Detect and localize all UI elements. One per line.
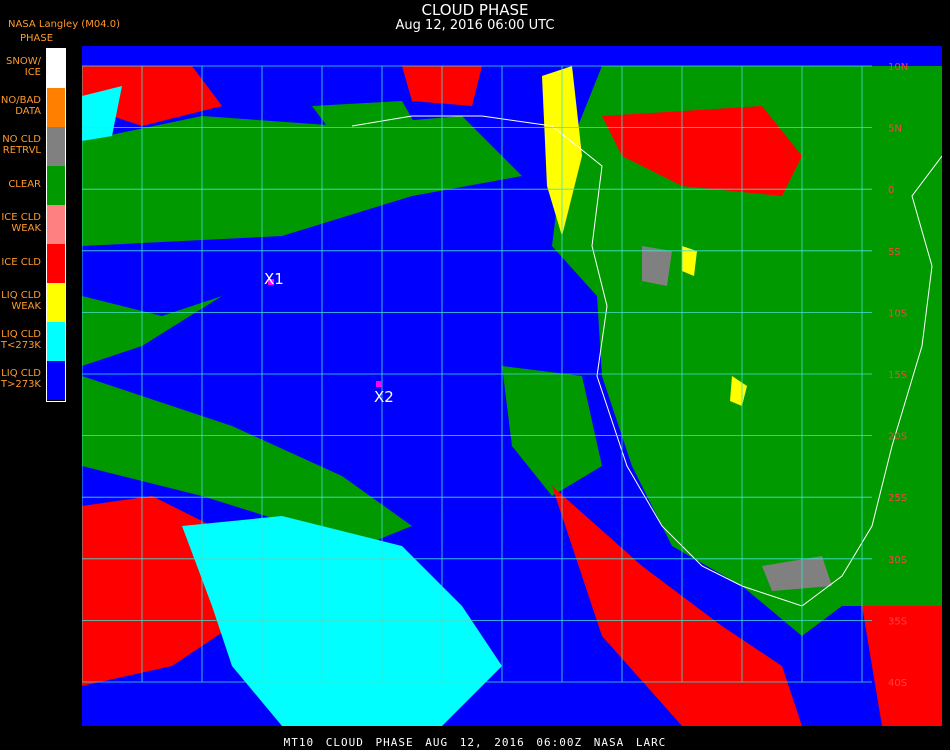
latitude-label: 15S <box>888 370 907 381</box>
latitude-label: 35S <box>888 616 907 627</box>
latitude-label: 0 <box>888 185 894 196</box>
legend-swatch-no-bad-data <box>47 88 65 127</box>
legend-label-no-cloud-retrieval: NO CLD RETRVL <box>2 134 41 156</box>
latitude-label: 20S <box>888 432 907 443</box>
legend-label-no-bad-data: NO/BAD DATA <box>0 95 41 117</box>
legend-swatch-liquid-cloud-cold <box>47 322 65 361</box>
marker-x2-label: X2 <box>374 388 394 406</box>
legend-label-clear: CLEAR <box>8 179 41 190</box>
legend-label-ice-cloud: ICE CLD <box>1 257 41 268</box>
latitude-label: 5S <box>888 247 901 258</box>
marker-x1: X1 <box>264 270 284 288</box>
latitude-label: 10N <box>888 62 908 73</box>
legend-swatch-liquid-cloud-warm <box>47 361 65 400</box>
legend-label-liquid-cloud-weak: LIQ CLD WEAK <box>1 290 41 312</box>
legend-swatch-ice-cloud-weak <box>47 205 65 244</box>
legend-swatch-liquid-cloud-weak <box>47 283 65 322</box>
phase-legend-bar <box>46 48 66 402</box>
legend-label-ice-cloud-weak: ICE CLD WEAK <box>1 212 41 234</box>
map-title: CLOUD PHASE <box>421 1 529 19</box>
latitude-label: 30S <box>888 555 907 566</box>
cloud-phase-map: 10N 5N 0 5S 10S 15S 20S 25S 30S 35S 40S X1 X2 <box>82 46 942 726</box>
legend-title: PHASE <box>20 33 54 44</box>
source-label: NASA Langley (M04.0) <box>8 19 120 30</box>
legend-label-liquid-cloud-warm: LIQ CLD T>273K <box>0 368 41 390</box>
latitude-label: 40S <box>888 678 907 689</box>
latitude-label: 10S <box>888 308 907 319</box>
latitude-label: 25S <box>888 493 907 504</box>
legend-label-liquid-cloud-cold: LIQ CLD T<273K <box>0 329 41 351</box>
legend-swatch-ice-cloud <box>47 244 65 283</box>
marker-x1-label: X1 <box>264 270 284 288</box>
legend-swatch-snow-ice <box>47 49 65 88</box>
map-timestamp: Aug 12, 2016 06:00 UTC <box>395 18 555 33</box>
footer-caption: MT10 CLOUD PHASE AUG 12, 2016 06:00Z NAS… <box>283 736 667 749</box>
legend-swatch-clear <box>47 166 65 205</box>
marker-x2-dot <box>376 381 382 387</box>
legend-swatch-no-cloud-retrieval <box>47 127 65 166</box>
latitude-label: 5N <box>888 124 902 135</box>
legend-label-snow-ice: SNOW/ ICE <box>6 56 41 78</box>
no-retrieval-patch-1 <box>642 246 672 286</box>
